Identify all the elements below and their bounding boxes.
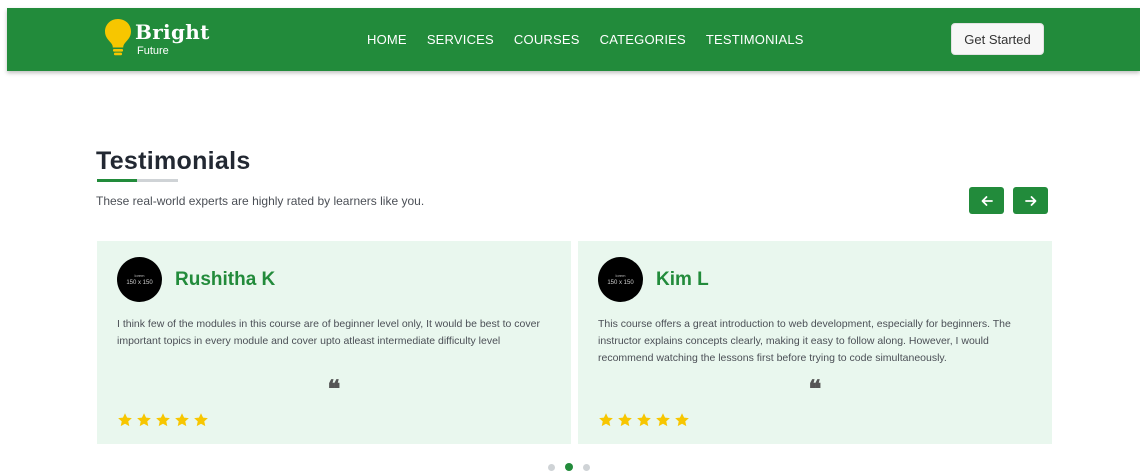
star-icon [675,413,689,427]
star-icon [156,413,170,427]
logo[interactable]: Bright Future [103,16,213,62]
next-button[interactable] [1013,187,1048,214]
section-subtitle: These real-world experts are highly rate… [96,194,425,208]
navbar: Bright Future HOME SERVICES COURSES CATE… [7,8,1140,71]
star-icon [194,413,208,427]
nav-testimonials[interactable]: TESTIMONIALS [706,32,804,47]
star-icon [637,413,651,427]
logo-title: Bright [135,20,210,44]
prev-button[interactable] [969,187,1004,214]
get-started-button[interactable]: Get Started [951,23,1044,55]
nav-home[interactable]: HOME [367,32,407,47]
nav-services[interactable]: SERVICES [427,32,494,47]
logo-subtitle: Future [137,45,169,57]
testimonial-card: lorem 150 x 150 Kim L This course offers… [578,241,1052,444]
nav-links: HOME SERVICES COURSES CATEGORIES TESTIMO… [367,8,824,71]
star-rating [117,412,212,428]
star-rating [598,412,693,428]
section-title: Testimonials [96,147,251,175]
nav-courses[interactable]: COURSES [514,32,580,47]
star-icon [656,413,670,427]
quote-icon: ❝ [327,374,341,403]
avatar: lorem 150 x 150 [598,257,643,302]
carousel-dot[interactable] [548,463,555,471]
star-icon [118,413,132,427]
lightbulb-icon [105,19,131,56]
reviewer-name: Rushitha K [175,269,276,290]
title-underline [97,179,178,182]
carousel-pagination [548,463,600,471]
star-icon [618,413,632,427]
arrow-right-icon [1024,195,1036,206]
star-icon [599,413,613,427]
avatar: lorem 150 x 150 [117,257,162,302]
carousel-dot[interactable] [583,463,590,471]
arrow-left-icon [981,195,993,206]
review-text: I think few of the modules in this cours… [117,318,540,347]
reviewer-name: Kim L [656,269,709,290]
carousel-dot[interactable] [565,463,573,471]
star-icon [175,413,189,427]
quote-icon: ❝ [808,374,822,403]
star-icon [137,413,151,427]
avatar-placeholder-size: 150 x 150 [126,279,153,286]
testimonial-card: lorem 150 x 150 Rushitha K I think few o… [97,241,571,444]
avatar-placeholder-size: 150 x 150 [607,279,634,286]
review-text: This course offers a great introduction … [598,318,1011,364]
nav-categories[interactable]: CATEGORIES [600,32,686,47]
